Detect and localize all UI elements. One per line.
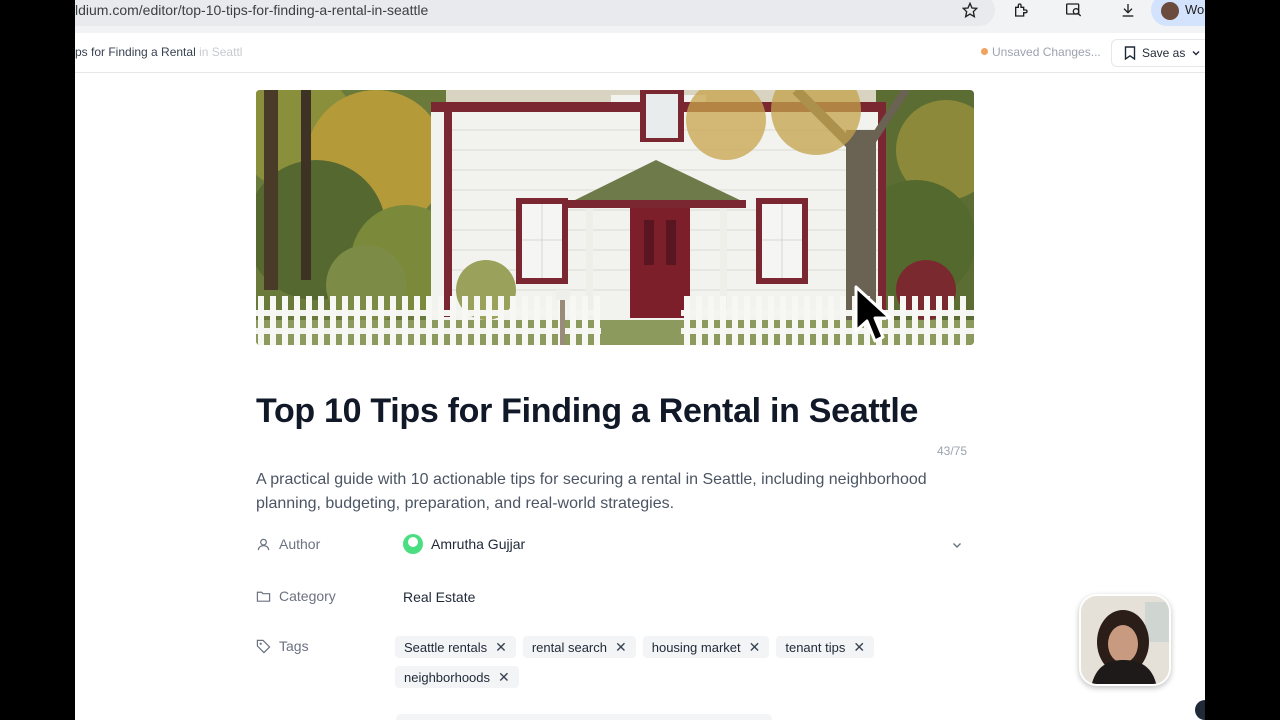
- profile-avatar: [1161, 2, 1179, 20]
- category-value[interactable]: Real Estate: [403, 589, 475, 605]
- profile-button[interactable]: Wo: [1151, 0, 1205, 26]
- tag-label: housing market: [651, 639, 741, 655]
- tab-search-icon[interactable]: [1064, 0, 1084, 20]
- tags-label: Tags: [279, 638, 309, 654]
- bookmark-icon: [1124, 46, 1136, 60]
- save-as-button[interactable]: Save as: [1111, 39, 1205, 67]
- status-dot-icon: [981, 48, 988, 55]
- breadcrumb-title-faded: in Seattl: [199, 45, 243, 59]
- tag-label: neighborhoods: [404, 669, 491, 685]
- browser-toolbar: ldium.com/editor/top-10-tips-for-finding…: [75, 0, 1205, 33]
- webcam-person-image: [1081, 596, 1169, 684]
- tag-icon: [256, 639, 271, 653]
- browser-window: ldium.com/editor/top-10-tips-for-finding…: [75, 0, 1205, 720]
- breadcrumb: ps for Finding a Rental in Seattl: [75, 45, 242, 59]
- breadcrumb-title: ps for Finding a Rental: [75, 45, 196, 59]
- star-icon[interactable]: [960, 0, 980, 20]
- article-description[interactable]: A practical guide with 10 actionable tip…: [256, 468, 976, 516]
- address-bar[interactable]: ldium.com/editor/top-10-tips-for-finding…: [75, 0, 995, 26]
- close-icon[interactable]: ✕: [749, 639, 761, 656]
- url-text[interactable]: ldium.com/editor/top-10-tips-for-finding…: [75, 2, 428, 18]
- author-name: Amrutha Gujjar: [431, 536, 526, 552]
- tag-chip[interactable]: tenant tips ✕: [776, 636, 875, 658]
- save-as-label: Save as: [1142, 46, 1186, 60]
- tag-chip[interactable]: rental search ✕: [522, 636, 636, 658]
- folder-icon: [256, 591, 271, 602]
- extensions-icon[interactable]: [1011, 0, 1031, 20]
- chevron-down-icon: [1192, 51, 1200, 56]
- chat-launcher[interactable]: [1195, 700, 1205, 720]
- next-field-input[interactable]: [396, 714, 772, 720]
- chevron-down-icon[interactable]: [951, 539, 963, 551]
- close-icon[interactable]: ✕: [615, 639, 627, 656]
- unsaved-status: Unsaved Changes...: [981, 45, 1101, 59]
- category-label-row: Category: [256, 588, 336, 604]
- webcam-overlay: [1079, 594, 1171, 686]
- tag-chip[interactable]: Seattle rentals ✕: [395, 636, 516, 658]
- editor-header: ps for Finding a Rental in Seattl Unsave…: [75, 33, 1205, 73]
- tag-chip[interactable]: housing market ✕: [642, 636, 770, 658]
- close-icon[interactable]: ✕: [495, 639, 507, 656]
- category-label: Category: [279, 588, 336, 604]
- cursor-icon: [854, 285, 892, 343]
- tag-chip[interactable]: neighborhoods ✕: [395, 666, 519, 688]
- tag-label: rental search: [531, 639, 607, 655]
- tags-list: Seattle rentals ✕ rental search ✕ housing …: [395, 636, 895, 688]
- article-title[interactable]: Top 10 Tips for Finding a Rental in Seat…: [256, 392, 918, 431]
- tag-label: Seattle rentals: [404, 639, 488, 655]
- title-char-counter: 43/75: [937, 444, 968, 458]
- author-avatar: [403, 534, 423, 554]
- download-icon[interactable]: [1118, 0, 1138, 20]
- tag-label: tenant tips: [785, 639, 846, 655]
- author-label: Author: [279, 536, 321, 552]
- author-label-row: Author: [256, 536, 320, 552]
- author-select[interactable]: Amrutha Gujjar: [403, 534, 525, 554]
- close-icon[interactable]: ✕: [498, 669, 510, 686]
- tags-label-row: Tags: [256, 638, 309, 654]
- profile-label: Wo: [1185, 2, 1205, 17]
- unsaved-label: Unsaved Changes...: [992, 45, 1101, 59]
- close-icon[interactable]: ✕: [853, 639, 865, 656]
- user-icon: [257, 538, 270, 550]
